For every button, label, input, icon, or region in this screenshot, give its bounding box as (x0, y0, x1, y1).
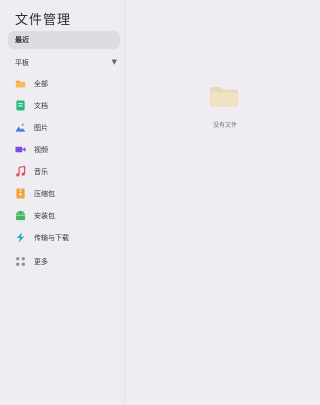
sidebar-item-label: 更多 (34, 258, 48, 266)
archive-icon (16, 188, 25, 199)
sidebar-item-more[interactable]: 更多 (8, 253, 120, 271)
sidebar-item-label: 文档 (34, 102, 48, 110)
sidebar-item-recent[interactable]: 最近 (8, 31, 120, 49)
sidebar-item-label: 传输与下载 (34, 234, 69, 242)
sidebar: 文件管理 最近 平板 ▼ 全部 文档 图片 视频 音乐 压缩包 安装包 传输与下… (0, 0, 124, 405)
sidebar-item-videos[interactable]: 视频 (8, 141, 120, 159)
sidebar-item-label: 压缩包 (34, 190, 55, 198)
section-tablet[interactable]: 平板 ▼ (15, 58, 119, 68)
sidebar-item-music[interactable]: 音乐 (8, 163, 120, 181)
more-grid-icon (16, 257, 25, 266)
sidebar-item-label: 全部 (34, 80, 48, 88)
sidebar-item-label: 图片 (34, 124, 48, 132)
sidebar-item-archives[interactable]: 压缩包 (8, 185, 120, 203)
sidebar-item-images[interactable]: 图片 (8, 119, 120, 137)
sidebar-item-label: 最近 (15, 36, 29, 44)
video-icon (15, 146, 26, 153)
section-label: 平板 (15, 59, 29, 67)
transfer-icon (16, 232, 25, 243)
sidebar-item-documents[interactable]: 文档 (8, 97, 120, 115)
main-content: 没有文件 (125, 0, 304, 405)
sidebar-item-install-packages[interactable]: 安装包 (8, 207, 120, 225)
sidebar-item-label: 安装包 (34, 212, 55, 220)
document-icon (16, 100, 25, 111)
image-icon (15, 123, 26, 132)
music-icon (16, 166, 26, 177)
folder-icon (15, 80, 26, 88)
sidebar-item-label: 视频 (34, 146, 48, 154)
app-title: 文件管理 (15, 13, 72, 28)
empty-state-text: 没有文件 (212, 122, 237, 129)
empty-folder-icon (210, 87, 238, 107)
sidebar-item-transfer-download[interactable]: 传输与下载 (8, 229, 120, 247)
chevron-down-icon[interactable]: ▼ (112, 58, 117, 66)
sidebar-item-all[interactable]: 全部 (8, 75, 120, 93)
file-manager-app: 文件管理 最近 平板 ▼ 全部 文档 图片 视频 音乐 压缩包 安装包 传输与下… (0, 0, 304, 405)
android-package-icon (15, 210, 26, 221)
sidebar-item-label: 音乐 (34, 168, 48, 176)
